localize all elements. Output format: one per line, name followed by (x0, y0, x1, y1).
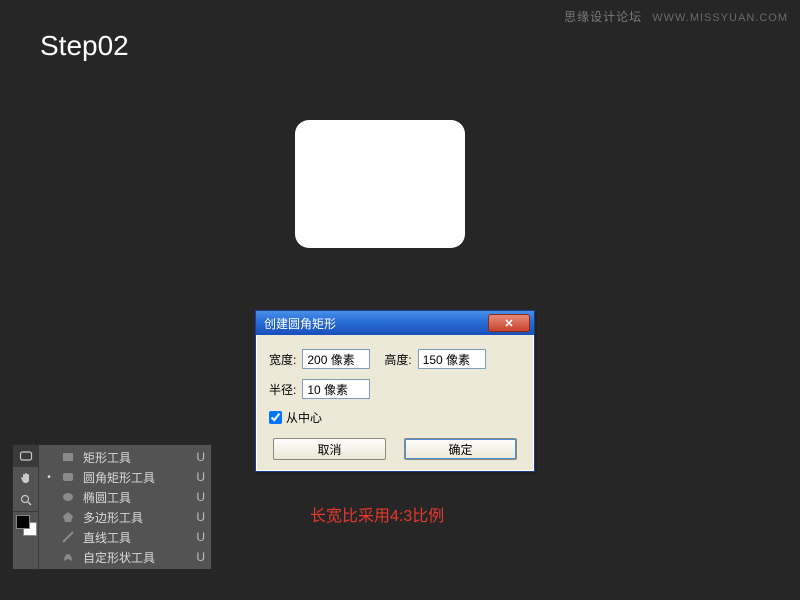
tool-shortcut: U (196, 450, 205, 464)
height-input[interactable] (418, 349, 486, 369)
dialog-title: 创建圆角矩形 (264, 315, 488, 332)
tool-label: 矩形工具 (83, 449, 188, 466)
dialog-button-row: 取消 确定 (269, 438, 521, 460)
ellipse-icon (61, 490, 75, 504)
dialog-body: 宽度: 高度: 半径: 从中心 取消 确定 (256, 335, 534, 471)
dialog-titlebar[interactable]: 创建圆角矩形 ✕ (256, 311, 534, 335)
width-height-row: 宽度: 高度: (269, 349, 521, 369)
create-rounded-rect-dialog: 创建圆角矩形 ✕ 宽度: 高度: 半径: 从中心 取消 确定 (255, 310, 535, 472)
ok-button[interactable]: 确定 (404, 438, 517, 460)
tool-item-line[interactable]: 直线工具 U (39, 527, 211, 547)
from-center-checkbox[interactable] (269, 411, 282, 424)
rounded-rect-tool-icon[interactable] (13, 445, 39, 467)
polygon-icon (61, 510, 75, 524)
tool-shortcut: U (196, 470, 205, 484)
tool-item-polygon[interactable]: 多边形工具 U (39, 507, 211, 527)
width-input[interactable] (302, 349, 370, 369)
radius-input[interactable] (302, 379, 370, 399)
from-center-label: 从中心 (286, 409, 322, 426)
foreground-swatch[interactable] (16, 515, 30, 529)
width-label: 宽度: (269, 351, 296, 368)
tool-label: 自定形状工具 (83, 549, 188, 566)
watermark-url: WWW.MISSYUAN.COM (652, 12, 788, 24)
hand-tool-icon[interactable] (13, 467, 39, 489)
height-label: 高度: (384, 351, 411, 368)
custom-shape-icon (61, 550, 75, 564)
close-button[interactable]: ✕ (488, 314, 530, 332)
radius-row: 半径: (269, 379, 521, 399)
tool-label: 多边形工具 (83, 509, 188, 526)
cancel-button[interactable]: 取消 (273, 438, 386, 460)
tool-shortcut: U (196, 550, 205, 564)
canvas-rounded-rect (295, 120, 465, 248)
line-icon (61, 530, 75, 544)
toolbar-column (13, 445, 39, 569)
from-center-row: 从中心 (269, 409, 521, 426)
radius-label: 半径: (269, 381, 296, 398)
close-icon: ✕ (504, 317, 513, 330)
tool-shortcut: U (196, 530, 205, 544)
tool-item-rounded-rectangle[interactable]: • 圆角矩形工具 U (39, 467, 211, 487)
tool-shortcut: U (196, 490, 205, 504)
tool-item-rectangle[interactable]: 矩形工具 U (39, 447, 211, 467)
shape-tool-panel: 矩形工具 U • 圆角矩形工具 U 椭圆工具 U 多边形工具 U 直线工具 U (12, 444, 212, 570)
tool-label: 椭圆工具 (83, 489, 188, 506)
step-title: Step02 (40, 30, 129, 62)
rectangle-icon (61, 450, 75, 464)
shape-tool-list: 矩形工具 U • 圆角矩形工具 U 椭圆工具 U 多边形工具 U 直线工具 U (39, 445, 211, 569)
watermark-cn: 思缘设计论坛 (564, 10, 642, 24)
zoom-tool-icon[interactable] (13, 489, 39, 511)
tool-selected-dot: • (45, 472, 53, 483)
watermark: 思缘设计论坛 WWW.MISSYUAN.COM (564, 8, 788, 25)
color-swatch[interactable] (13, 511, 39, 539)
tool-label: 圆角矩形工具 (83, 469, 188, 486)
ratio-note: 长宽比采用4:3比例 (310, 502, 444, 526)
tool-label: 直线工具 (83, 529, 188, 546)
tool-item-ellipse[interactable]: 椭圆工具 U (39, 487, 211, 507)
tool-shortcut: U (196, 510, 205, 524)
tool-item-custom-shape[interactable]: 自定形状工具 U (39, 547, 211, 567)
rounded-rectangle-icon (61, 470, 75, 484)
